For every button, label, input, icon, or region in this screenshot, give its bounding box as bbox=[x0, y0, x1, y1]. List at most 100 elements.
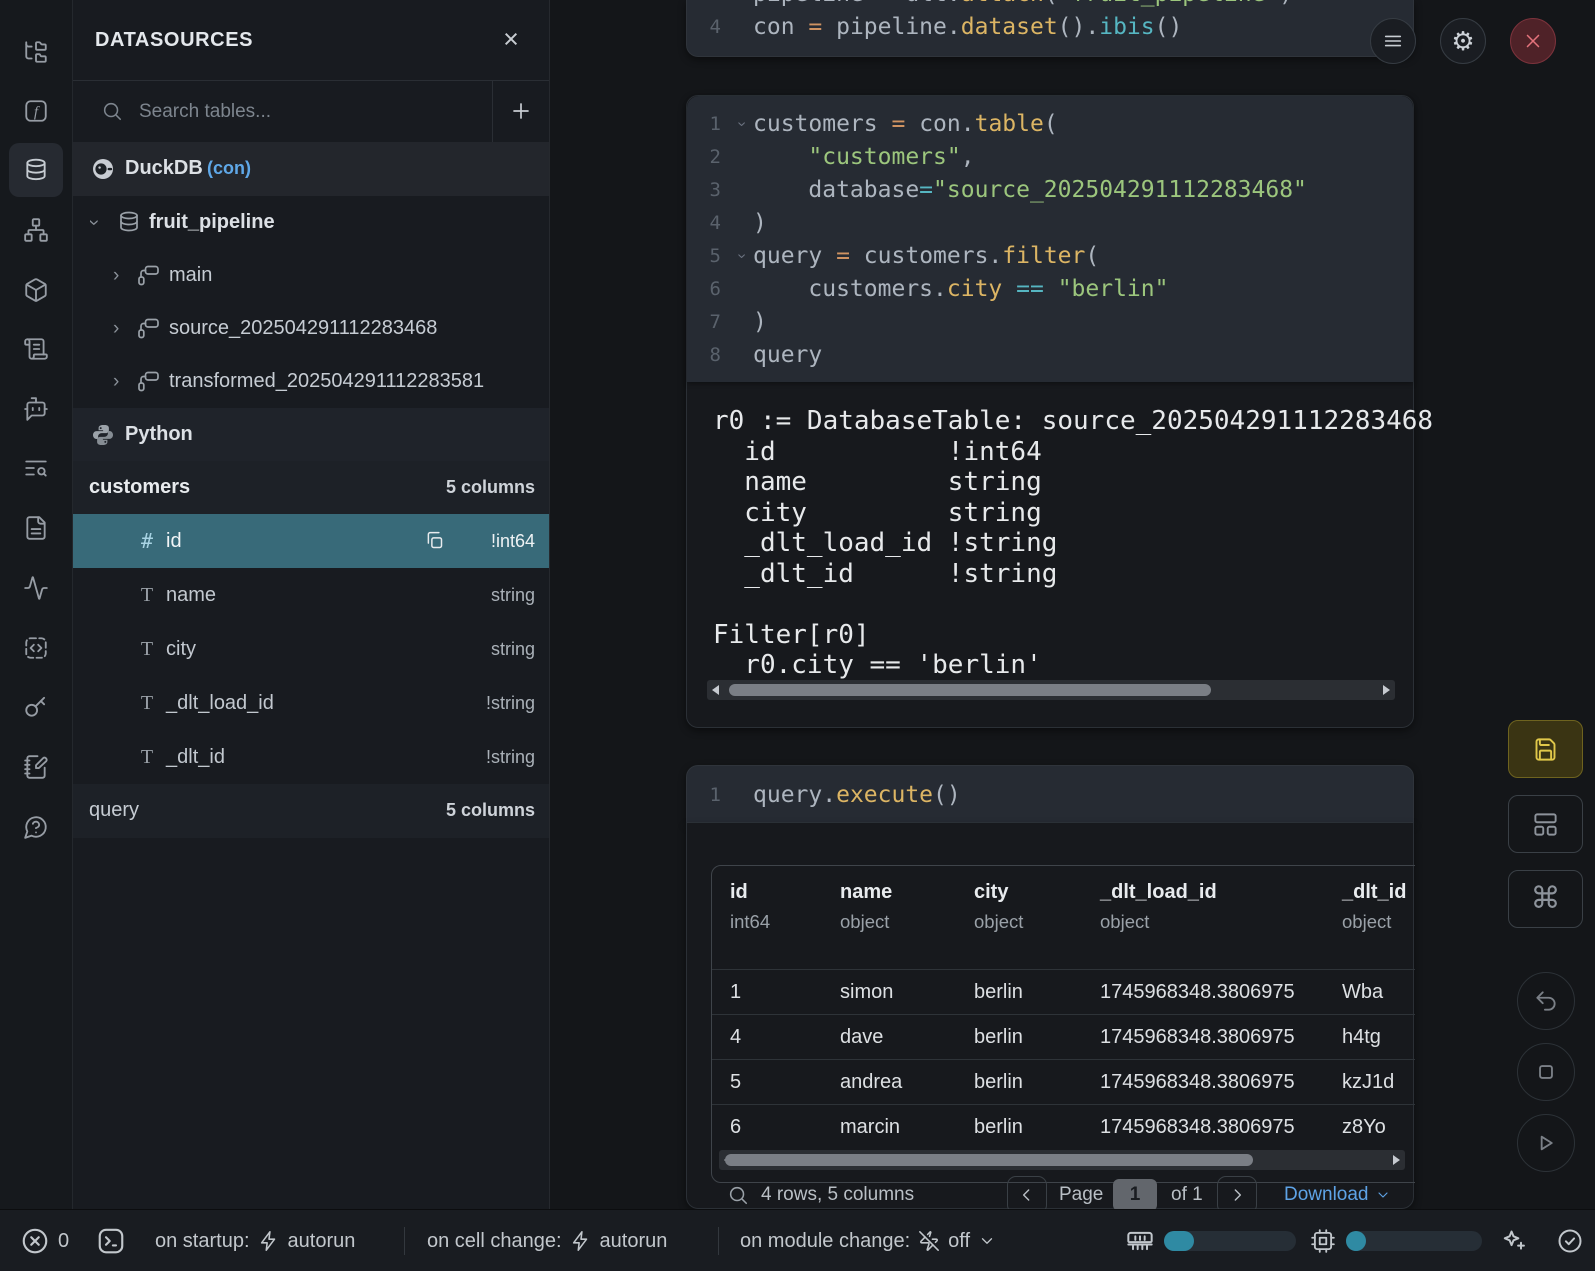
logs-search-icon[interactable] bbox=[23, 455, 49, 481]
help-icon[interactable] bbox=[23, 814, 49, 840]
search-icon[interactable] bbox=[727, 1184, 749, 1206]
tree-item-schema-transformed[interactable]: transformed_202504291112283581 bbox=[73, 355, 549, 408]
horizontal-scrollbar[interactable] bbox=[707, 680, 1395, 700]
code-cell-1[interactable]: pipeline = dlt.attach("fruit_pipeline") … bbox=[686, 0, 1414, 57]
tree-item-schema-main[interactable]: main bbox=[73, 249, 549, 302]
column-header[interactable]: name bbox=[840, 881, 956, 904]
table-row[interactable]: 5andreaberlin1745968348.3806975kzJ1d bbox=[712, 1059, 1415, 1104]
run-button[interactable] bbox=[1517, 1114, 1575, 1172]
field-row-name[interactable]: T name string bbox=[73, 568, 549, 622]
field-row-dlt-id[interactable]: T _dlt_id !string bbox=[73, 730, 549, 784]
secrets-key-icon[interactable] bbox=[23, 694, 49, 720]
chevron-right-icon[interactable] bbox=[113, 302, 133, 355]
chevron-right-icon[interactable] bbox=[113, 355, 133, 408]
field-row-city[interactable]: T city string bbox=[73, 622, 549, 676]
terminal-button[interactable] bbox=[96, 1210, 126, 1271]
table-header-row[interactable]: idint64 nameobject cityobject _dlt_load_… bbox=[712, 866, 1415, 969]
on-module-change-setting[interactable]: on module change: off bbox=[740, 1210, 996, 1271]
search-input[interactable] bbox=[137, 92, 471, 132]
close-x-icon bbox=[1522, 30, 1544, 52]
svg-text:f: f bbox=[34, 103, 40, 120]
ai-assistant-button[interactable] bbox=[1500, 1210, 1528, 1271]
stop-button[interactable] bbox=[1517, 1043, 1575, 1101]
tree-item-database[interactable]: fruit_pipeline bbox=[73, 196, 549, 249]
on-startup-label: on startup: bbox=[155, 1230, 250, 1253]
memory-icon bbox=[1126, 1227, 1154, 1255]
settings-button[interactable]: ⚙ bbox=[1440, 18, 1486, 64]
scratchpad-code-icon[interactable] bbox=[23, 635, 49, 661]
dependency-graph-icon[interactable] bbox=[23, 217, 49, 243]
code-cell-3[interactable]: 1query.execute() bbox=[686, 765, 1414, 823]
file-tree-icon[interactable] bbox=[23, 39, 49, 65]
notebook-menu-button[interactable] bbox=[1370, 18, 1416, 64]
functions-icon[interactable]: f bbox=[23, 98, 49, 124]
table-row[interactable]: 4daveberlin1745968348.3806975h4tg bbox=[712, 1014, 1415, 1059]
python-section-row[interactable]: Python bbox=[73, 408, 549, 461]
field-row-dlt-load-id[interactable]: T _dlt_load_id !string bbox=[73, 676, 549, 730]
terminal-icon bbox=[96, 1226, 126, 1256]
on-cell-change-setting[interactable]: on cell change: autorun bbox=[427, 1210, 667, 1271]
notebook-edit-icon[interactable] bbox=[23, 754, 49, 780]
column-header[interactable]: id bbox=[730, 881, 822, 904]
marimo-notebook-app: f DATASOURCES × DuckDB (con) bbox=[0, 0, 1595, 1271]
scrollbar-thumb[interactable] bbox=[729, 684, 1211, 696]
chevron-down-icon[interactable] bbox=[91, 196, 111, 249]
on-startup-setting[interactable]: on startup: autorun bbox=[155, 1210, 355, 1271]
table-row[interactable]: 1simonberlin1745968348.3806975Wba bbox=[712, 969, 1415, 1014]
column-header[interactable]: city bbox=[974, 881, 1082, 904]
on-cell-change-value: autorun bbox=[600, 1230, 668, 1253]
page-number-input[interactable]: 1 bbox=[1113, 1179, 1157, 1211]
column-header[interactable]: _dlt_load_id bbox=[1100, 881, 1324, 904]
table-row[interactable]: 6marcinberlin1745968348.3806975z8Yo bbox=[712, 1104, 1415, 1149]
add-datasource-button[interactable] bbox=[492, 80, 549, 142]
code-editor[interactable]: 1query.execute() bbox=[687, 778, 1413, 811]
connection-badge: (con) bbox=[207, 142, 251, 195]
column-header[interactable]: _dlt_id bbox=[1342, 881, 1415, 904]
copy-icon[interactable] bbox=[424, 530, 445, 551]
layout-toggle-button[interactable] bbox=[1508, 795, 1583, 853]
command-icon: ⌘ bbox=[1509, 871, 1582, 927]
schema-name: source_202504291112283468 bbox=[169, 302, 437, 355]
code-editor[interactable]: 1customers = con.table(2 "customers",3 d… bbox=[687, 107, 1413, 371]
save-button[interactable] bbox=[1508, 720, 1583, 778]
chevron-right-icon[interactable] bbox=[113, 249, 133, 302]
scroll-left-arrow-icon[interactable] bbox=[712, 685, 719, 695]
datasources-icon[interactable] bbox=[23, 157, 49, 183]
on-startup-value: autorun bbox=[288, 1230, 356, 1253]
connection-row-duckdb[interactable]: DuckDB (con) bbox=[73, 142, 549, 196]
errors-indicator[interactable]: 0 bbox=[20, 1210, 69, 1271]
shutdown-button[interactable] bbox=[1510, 18, 1556, 64]
code-editor[interactable]: 4con = pipeline.dataset().ibis() bbox=[687, 10, 1413, 43]
documentation-scroll-icon[interactable] bbox=[23, 336, 49, 362]
field-row-id[interactable]: # id !int64 bbox=[73, 514, 549, 568]
hamburger-icon bbox=[1382, 30, 1404, 52]
scroll-right-arrow-icon[interactable] bbox=[1393, 1155, 1400, 1165]
column-type: int64 bbox=[730, 911, 822, 933]
scroll-right-arrow-icon[interactable] bbox=[1383, 685, 1390, 695]
connection-status-indicator[interactable] bbox=[1556, 1210, 1584, 1271]
code-cell-2[interactable]: 1customers = con.table(2 "customers",3 d… bbox=[686, 95, 1414, 728]
tree-item-schema-source[interactable]: source_202504291112283468 bbox=[73, 302, 549, 355]
table-cell: simon bbox=[822, 981, 956, 1004]
play-icon bbox=[1533, 1130, 1559, 1156]
field-type: string bbox=[491, 568, 535, 622]
table-cell: h4tg bbox=[1324, 1026, 1415, 1049]
cell-3-output: idint64 nameobject cityobject _dlt_load_… bbox=[686, 823, 1414, 1209]
command-palette-button[interactable]: ⌘ bbox=[1508, 870, 1583, 928]
chat-bot-icon[interactable] bbox=[23, 396, 49, 422]
tracing-icon[interactable] bbox=[23, 575, 49, 601]
close-icon[interactable]: × bbox=[497, 26, 525, 54]
datasources-panel: DATASOURCES × DuckDB (con) fruit_pipelin… bbox=[73, 0, 550, 1209]
table-cell: 4 bbox=[712, 1026, 822, 1049]
undo-button[interactable] bbox=[1517, 972, 1575, 1030]
table-header-customers[interactable]: customers 5 columns bbox=[73, 461, 549, 514]
undo-icon bbox=[1533, 988, 1559, 1014]
gear-icon: ⚙ bbox=[1441, 19, 1485, 63]
scrollbar-thumb[interactable] bbox=[725, 1154, 1253, 1166]
snippets-icon[interactable] bbox=[23, 515, 49, 541]
table-header-query[interactable]: query 5 columns bbox=[73, 784, 549, 838]
table-cell: berlin bbox=[956, 1116, 1082, 1139]
table-horizontal-scrollbar[interactable] bbox=[719, 1150, 1405, 1170]
packages-icon[interactable] bbox=[23, 277, 49, 303]
memory-progress-bar bbox=[1164, 1231, 1296, 1251]
